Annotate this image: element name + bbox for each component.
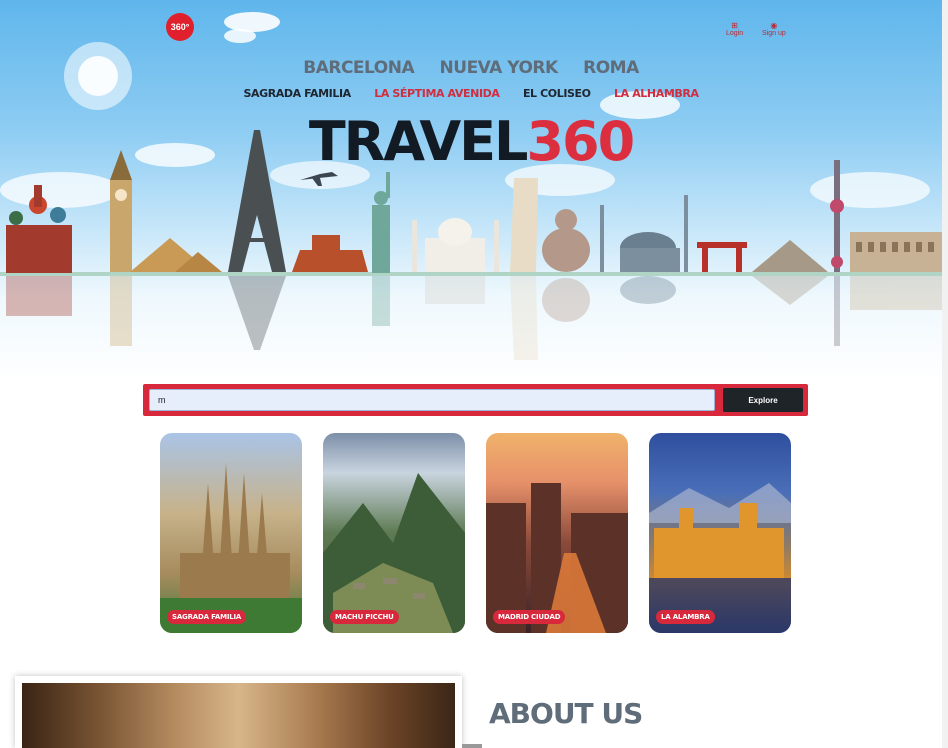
sagrada-familia-image	[160, 463, 302, 633]
madrid-ciudad-image	[486, 483, 628, 633]
destination-card-sagrada-familia[interactable]: SAGRADA FAMILIA	[160, 433, 302, 633]
city-link-barcelona[interactable]: BARCELONA	[303, 58, 414, 78]
search-input[interactable]	[149, 389, 715, 411]
card-label: LA ALAMBRA	[656, 610, 715, 624]
signup-link[interactable]: ◉ Sign up	[762, 21, 786, 38]
card-label: MADRID CIUDAD	[493, 610, 566, 624]
landmark-link-sagrada-familia[interactable]: SAGRADA FAMILIA	[243, 87, 351, 100]
signup-label: Sign up	[762, 30, 786, 37]
login-link[interactable]: ⊞ Login	[726, 21, 744, 38]
logo-text: 360°	[170, 22, 190, 32]
logo[interactable]: 360°	[166, 13, 194, 41]
hero-banner: 360° ⊞ Login ◉ Sign up BARCELONA NUEVA Y…	[0, 0, 942, 380]
landmark-link-alhambra[interactable]: LA ALHAMBRA	[614, 87, 699, 100]
brand-title-part2: 360	[526, 110, 635, 173]
brand-title: TRAVEL360	[0, 110, 942, 173]
city-nav: BARCELONA NUEVA YORK ROMA	[0, 58, 942, 78]
search-bar: Explore	[143, 384, 808, 416]
destination-card-madrid-ciudad[interactable]: MADRID CIUDAD	[486, 433, 628, 633]
landmark-nav: SAGRADA FAMILIA LA SÉPTIMA AVENIDA EL CO…	[0, 87, 942, 100]
skyline-illustration	[0, 12, 942, 360]
about-image	[22, 683, 455, 748]
destination-card-machu-picchu[interactable]: MACHU PICCHU	[323, 433, 465, 633]
landmark-link-septima-avenida[interactable]: LA SÉPTIMA AVENIDA	[374, 87, 500, 100]
city-link-nueva-york[interactable]: NUEVA YORK	[440, 58, 559, 78]
la-alambra-image	[649, 483, 791, 633]
landmark-link-coliseo[interactable]: EL COLISEO	[523, 87, 591, 100]
machu-picchu-image	[323, 473, 465, 633]
horizontal-scrollbar-thumb[interactable]	[462, 744, 482, 748]
brand-title-part1: TRAVEL	[308, 110, 529, 173]
about-image-frame	[15, 676, 462, 748]
explore-button[interactable]: Explore	[723, 388, 803, 412]
destination-card-la-alambra[interactable]: LA ALAMBRA	[649, 433, 791, 633]
card-label: SAGRADA FAMILIA	[167, 610, 247, 624]
about-title: ABOUT US	[489, 697, 643, 730]
city-link-roma[interactable]: ROMA	[583, 58, 639, 78]
user-icon: ◉	[770, 21, 778, 30]
card-label: MACHU PICCHU	[330, 610, 399, 624]
login-label: Login	[726, 30, 744, 37]
vertical-scrollbar[interactable]	[942, 0, 948, 748]
login-icon: ⊞	[731, 21, 738, 30]
